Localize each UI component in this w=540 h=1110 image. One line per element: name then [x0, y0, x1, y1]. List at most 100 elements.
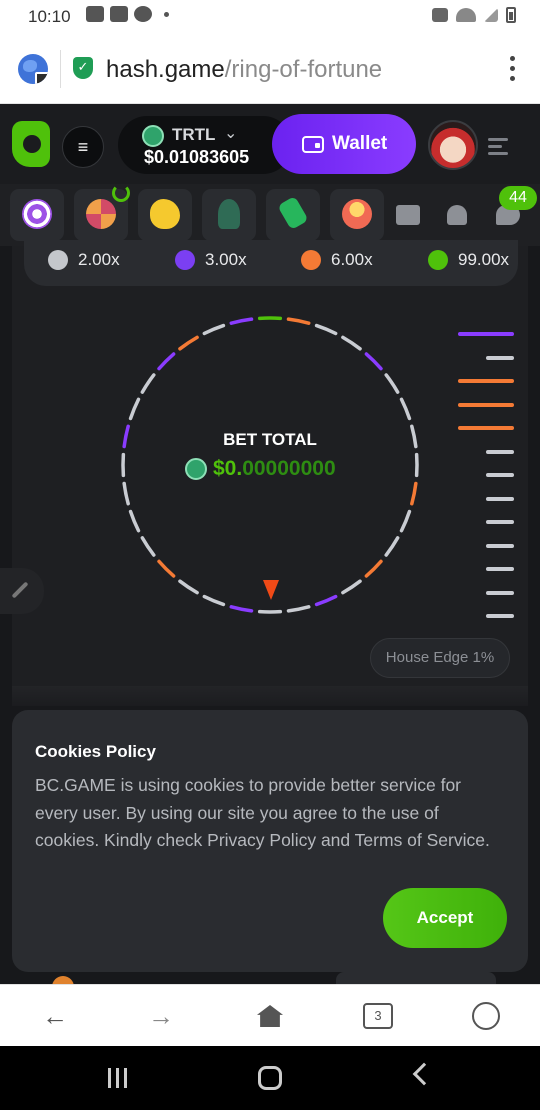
trtl-coin-icon — [185, 458, 207, 480]
ring-segment-purple — [229, 605, 254, 613]
ring-segment-grey — [122, 481, 130, 506]
ring-segment-grey — [384, 373, 400, 394]
android-back-icon[interactable] — [412, 1062, 436, 1086]
account-icon[interactable] — [472, 1002, 500, 1030]
ring-segment-grey — [341, 335, 362, 351]
house-edge-badge[interactable]: House Edge 1% — [370, 638, 510, 678]
ring-segment-grey — [140, 373, 156, 394]
history-tick-orange — [458, 379, 514, 383]
forward-arrow-icon[interactable]: → — [148, 1003, 174, 1029]
signal-icon — [484, 8, 498, 22]
dart-game-tile[interactable] — [10, 189, 64, 241]
bet-total-prefix: $0. — [213, 457, 243, 480]
ring-segment-purple — [364, 352, 383, 371]
wallet-label: Wallet — [332, 133, 388, 154]
history-tick-orange — [458, 402, 514, 407]
jackpot-pot-icon — [342, 199, 372, 229]
history-ticks — [458, 332, 514, 638]
cookie-text: BC.GAME is using cookies to provide bett… — [35, 775, 490, 850]
ring-segment-grey — [399, 509, 412, 533]
bet-total-zeros: 00000000 — [242, 457, 336, 480]
battery-icon — [506, 7, 516, 23]
app-header: ≡ TRTL ⌄ $0.01083605 Wallet — [0, 104, 540, 184]
browser-menu-icon[interactable] — [508, 56, 516, 81]
chevron-down-icon: ⌄ — [224, 125, 238, 142]
bet-total-label: BET TOTAL — [223, 430, 317, 449]
loading-ring-icon — [112, 184, 130, 202]
ring-segment-orange — [410, 481, 418, 506]
jackpot-tile[interactable] — [330, 189, 384, 241]
history-tick-grey — [486, 567, 514, 571]
history-tick-grey — [486, 355, 514, 360]
mute-icon — [432, 8, 448, 22]
cookie-title: Cookies Policy — [35, 742, 156, 761]
status-time: 10:10 — [28, 7, 71, 26]
more-notifications-icon — [164, 11, 169, 17]
android-nav-bar — [0, 1046, 540, 1110]
bet-controls-peek — [36, 972, 516, 998]
bet-total: $0.00000000 — [185, 457, 336, 481]
notification-badge: 44 — [499, 186, 537, 210]
site-info-icon[interactable] — [18, 54, 48, 84]
ring-segment-grey — [286, 605, 311, 613]
balance-amount: $0.01083605 — [144, 147, 250, 167]
piggy-bank-icon — [150, 199, 180, 229]
dart-game-icon — [22, 199, 52, 229]
secure-shield-icon: ✓ — [73, 57, 93, 79]
android-home-icon[interactable] — [258, 1066, 282, 1090]
ring-segment-grey — [399, 397, 412, 421]
pencil-icon[interactable] — [0, 568, 44, 614]
panel-divider — [12, 686, 528, 706]
cash-tag-tile[interactable] — [266, 189, 320, 241]
balance-selector[interactable]: TRTL ⌄ $0.01083605 — [118, 116, 292, 174]
recent-apps-icon[interactable] — [108, 1068, 130, 1088]
tabs-button[interactable]: 3 — [363, 1003, 393, 1029]
currency-label: TRTL — [172, 125, 216, 144]
ring-of-fortune-game: 2.00x 3.00x 6.00x 99.00x BET TOTAL $0.00… — [12, 240, 528, 700]
wallet-icon — [302, 136, 324, 153]
ring-segment-grey — [128, 509, 141, 533]
ring-segment-purple — [229, 317, 254, 325]
bc-logo[interactable] — [12, 121, 50, 167]
ring-segment-orange — [286, 317, 311, 325]
history-tick-purple — [458, 332, 514, 336]
piggy-bank-tile[interactable] — [138, 189, 192, 241]
whatsapp-icon — [134, 6, 152, 22]
ring-segment-grey — [202, 594, 226, 607]
bell-icon[interactable] — [447, 205, 467, 225]
url-host: hash.game — [106, 56, 225, 83]
ring-pointer-icon — [263, 580, 279, 600]
ring-segment-purple — [314, 594, 338, 607]
lock-icon — [35, 72, 48, 84]
status-bar: 10:10 — [0, 0, 540, 34]
history-tick-grey — [486, 543, 514, 548]
app-notification-icon — [86, 6, 104, 22]
mail-icon[interactable] — [396, 205, 420, 225]
browser-url-bar: ✓ hash.game/ring-of-fortune — [0, 34, 540, 104]
wifi-icon — [456, 8, 476, 22]
list-menu-icon[interactable] — [488, 138, 508, 159]
accept-button[interactable]: Accept — [383, 888, 507, 948]
ring-segment-grey — [341, 579, 362, 595]
back-arrow-icon[interactable]: ← — [42, 1003, 68, 1029]
history-tick-grey — [486, 590, 514, 595]
avatar[interactable] — [428, 120, 478, 170]
divider — [60, 50, 61, 88]
ring-segment-grey — [384, 536, 400, 557]
home-icon[interactable] — [257, 1005, 283, 1027]
system-icons — [432, 7, 516, 23]
url-field[interactable]: hash.game/ring-of-fortune — [106, 56, 382, 84]
ring-segment-purple — [157, 352, 176, 371]
rocket-game-tile[interactable] — [202, 189, 256, 241]
ring-segment-orange — [178, 335, 199, 351]
ring-segment-grey — [202, 323, 226, 336]
ring-segment-grey — [178, 579, 199, 595]
menu-button[interactable]: ≡ — [62, 126, 104, 168]
wheel-game-icon — [86, 199, 116, 229]
games-shortcut-bar: 44 — [0, 184, 540, 246]
ring-segment-grey — [140, 536, 156, 557]
wallet-button[interactable]: Wallet — [272, 114, 416, 174]
ring-segment-orange — [157, 559, 176, 578]
ring-segment-grey — [314, 323, 338, 336]
history-tick-grey — [486, 614, 514, 618]
